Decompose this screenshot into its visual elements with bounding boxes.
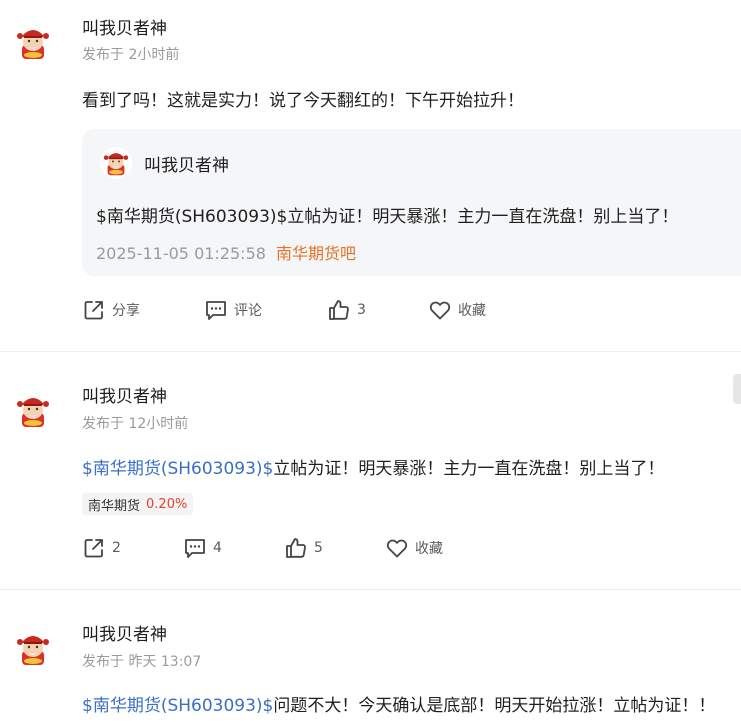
like-button[interactable]: 5 — [284, 533, 323, 563]
scroll-handle[interactable] — [733, 374, 741, 404]
stock-badge[interactable]: 南华期货 0.20% — [82, 493, 194, 515]
quoted-time: 2025-11-05 01:25:58 南华期货吧 — [96, 244, 356, 263]
heart-icon — [428, 298, 452, 322]
forum-tag[interactable]: 南华期货吧 — [276, 244, 356, 263]
like-button[interactable]: 3 — [327, 295, 366, 325]
share-icon — [82, 536, 106, 560]
quoted-avatar[interactable] — [100, 147, 132, 179]
stock-link[interactable]: $南华期货(SH603093)$ — [82, 696, 273, 716]
quoted-text[interactable]: $南华期货(SH603093)$立帖为证！明天暴涨！主力一直在洗盘！别上当了！ — [96, 202, 678, 227]
avatar[interactable] — [12, 628, 54, 670]
comment-button[interactable]: 评论 — [204, 295, 262, 325]
comment-count: 4 — [213, 540, 222, 556]
post-1: 叫我贝者神 发布于 2小时前 看到了吗！这就是实力！说了今天翻红的！下午开始拉升… — [0, 0, 741, 352]
avatar[interactable] — [12, 22, 54, 64]
share-label: 分享 — [112, 303, 140, 319]
like-count: 3 — [357, 302, 366, 318]
post-time: 发布于 12小时前 — [82, 416, 189, 432]
post-time: 发布于 昨天 13:07 — [82, 654, 202, 670]
action-bar: 2 4 5 收藏 — [0, 533, 741, 563]
favorite-button[interactable]: 收藏 — [428, 295, 486, 325]
share-button[interactable]: 分享 — [82, 295, 140, 325]
author-name[interactable]: 叫我贝者神 — [82, 620, 167, 645]
share-button[interactable]: 2 — [82, 533, 121, 563]
comment-icon — [183, 536, 207, 560]
post-text[interactable]: $南华期货(SH603093)$立帖为证！明天暴涨！主力一直在洗盘！别上当了！ — [82, 454, 664, 479]
thumbs-up-icon — [284, 536, 308, 560]
heart-icon — [385, 536, 409, 560]
favorite-button[interactable]: 收藏 — [385, 533, 443, 563]
stock-link[interactable]: $南华期货(SH603093)$ — [82, 459, 273, 479]
post-3: 叫我贝者神 发布于 昨天 13:07 $南华期货(SH603093)$问题不大！… — [0, 590, 741, 723]
comment-label: 评论 — [234, 303, 262, 319]
avatar[interactable] — [12, 390, 54, 432]
like-count: 5 — [314, 540, 323, 556]
stock-name: 南华期货 — [88, 498, 141, 514]
author-name[interactable]: 叫我贝者神 — [82, 382, 167, 407]
post-2: 叫我贝者神 发布于 12小时前 $南华期货(SH603093)$立帖为证！明天暴… — [0, 352, 741, 590]
action-bar: 分享 评论 3 收藏 — [0, 295, 741, 325]
post-text[interactable]: $南华期货(SH603093)$问题不大！今天确认是底部！明天开始拉涨！立帖为证… — [82, 691, 715, 716]
stock-change: 0.20% — [146, 496, 188, 512]
author-name[interactable]: 叫我贝者神 — [82, 14, 167, 39]
post-text[interactable]: 看到了吗！这就是实力！说了今天翻红的！下午开始拉升！ — [82, 86, 524, 111]
stock-link[interactable]: $南华期货(SH603093)$ — [96, 207, 287, 227]
favorite-label: 收藏 — [458, 303, 486, 319]
comment-button[interactable]: 4 — [183, 533, 222, 563]
favorite-label: 收藏 — [415, 541, 443, 557]
comment-icon — [204, 298, 228, 322]
share-count: 2 — [112, 540, 121, 556]
post-time: 发布于 2小时前 — [82, 47, 180, 63]
share-icon — [82, 298, 106, 322]
thumbs-up-icon — [327, 298, 351, 322]
quoted-post[interactable]: 叫我贝者神 $南华期货(SH603093)$立帖为证！明天暴涨！主力一直在洗盘！… — [82, 129, 741, 276]
quoted-author-name[interactable]: 叫我贝者神 — [144, 151, 229, 176]
